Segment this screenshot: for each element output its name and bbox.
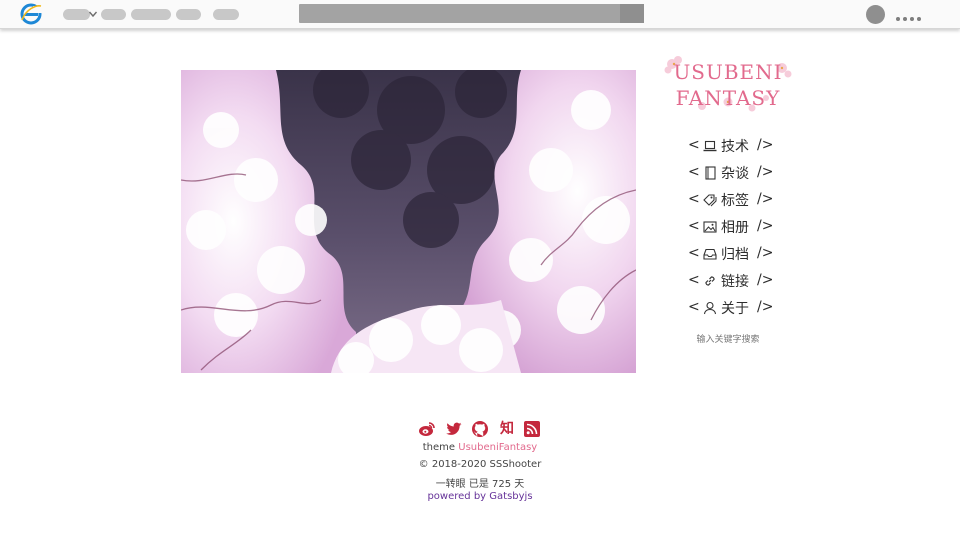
footer-theme: theme UsubeniFantasy: [380, 442, 580, 453]
sidebar-item-label: 归档: [721, 247, 749, 263]
avatar[interactable]: [866, 5, 885, 24]
home-button[interactable]: [213, 9, 239, 20]
site-logo[interactable]: USUBENI FANTASY: [662, 54, 794, 114]
chevron-down-icon[interactable]: [88, 9, 98, 19]
hero-image: [181, 70, 636, 373]
sidebar-item-label: 链接: [721, 274, 749, 290]
sidebar-item-links[interactable]: < 链接 />: [688, 271, 788, 291]
sidebar-item-label: 技术: [721, 139, 749, 155]
browser-tab[interactable]: [131, 9, 171, 20]
sidebar-item-chat[interactable]: < 杂谈 />: [688, 163, 788, 183]
open-bracket: <: [688, 137, 700, 153]
github-icon[interactable]: [471, 420, 489, 438]
weibo-icon[interactable]: [418, 420, 436, 438]
social-links: 知: [418, 420, 543, 438]
address-go-button[interactable]: [620, 4, 644, 23]
sidebar-item-label: 相册: [721, 220, 749, 236]
sidebar-item-tags[interactable]: < 标签 />: [688, 190, 788, 210]
powered-prefix: powered by: [427, 491, 487, 502]
tags-icon: [703, 194, 717, 207]
close-bracket: />: [757, 191, 774, 207]
nav-back-button[interactable]: [63, 9, 90, 20]
rss-icon[interactable]: [523, 420, 541, 438]
footer-powered: powered by Gatsbyjs: [380, 491, 580, 502]
twitter-icon[interactable]: [445, 420, 463, 438]
close-bracket: />: [757, 272, 774, 288]
theme-link[interactable]: UsubeniFantasy: [458, 442, 537, 453]
laptop-icon: [703, 140, 717, 152]
link-icon: [705, 276, 715, 286]
user-icon: [703, 301, 717, 315]
close-bracket: />: [757, 137, 774, 153]
logo-text-line-1: USUBENI: [673, 60, 783, 84]
sidebar-item-label: 杂谈: [721, 166, 749, 182]
open-bracket: <: [688, 164, 700, 180]
sidebar-item-archive[interactable]: < 归档 />: [688, 244, 788, 264]
logo-text-line-2: FANTASY: [675, 86, 781, 110]
address-bar[interactable]: [299, 4, 644, 23]
gatsby-link[interactable]: Gatsbyjs: [489, 491, 532, 502]
zhihu-icon[interactable]: 知: [498, 420, 516, 438]
open-bracket: <: [688, 191, 700, 207]
close-bracket: />: [757, 164, 774, 180]
ie-logo-icon[interactable]: [20, 3, 42, 25]
inbox-icon: [703, 248, 717, 260]
open-bracket: <: [688, 245, 700, 261]
notebook-icon: [705, 166, 716, 180]
close-bracket: />: [757, 245, 774, 261]
sidebar-item-album[interactable]: < 相册 />: [688, 217, 788, 237]
image-icon: [703, 221, 717, 233]
search-input[interactable]: 输入关键字搜索: [668, 332, 788, 345]
more-icon[interactable]: [896, 8, 926, 21]
footer-copyright: © 2018-2020 SSShooter: [418, 459, 542, 470]
browser-toolbar: [0, 0, 960, 29]
open-bracket: <: [688, 299, 700, 315]
sidebar-item-label: 关于: [721, 301, 749, 317]
sidebar-item-about[interactable]: < 关于 />: [688, 298, 788, 318]
close-bracket: />: [757, 218, 774, 234]
theme-prefix: theme: [422, 442, 456, 453]
nav-forward-button[interactable]: [101, 9, 126, 20]
sidebar-item-label: 标签: [721, 193, 749, 209]
close-bracket: />: [757, 299, 774, 315]
open-bracket: <: [688, 272, 700, 288]
reload-button[interactable]: [176, 9, 201, 20]
sidebar-item-tech[interactable]: < 技术 />: [688, 136, 788, 156]
open-bracket: <: [688, 218, 700, 234]
footer-uptime: 一转眼 已是 725 天: [435, 479, 525, 490]
